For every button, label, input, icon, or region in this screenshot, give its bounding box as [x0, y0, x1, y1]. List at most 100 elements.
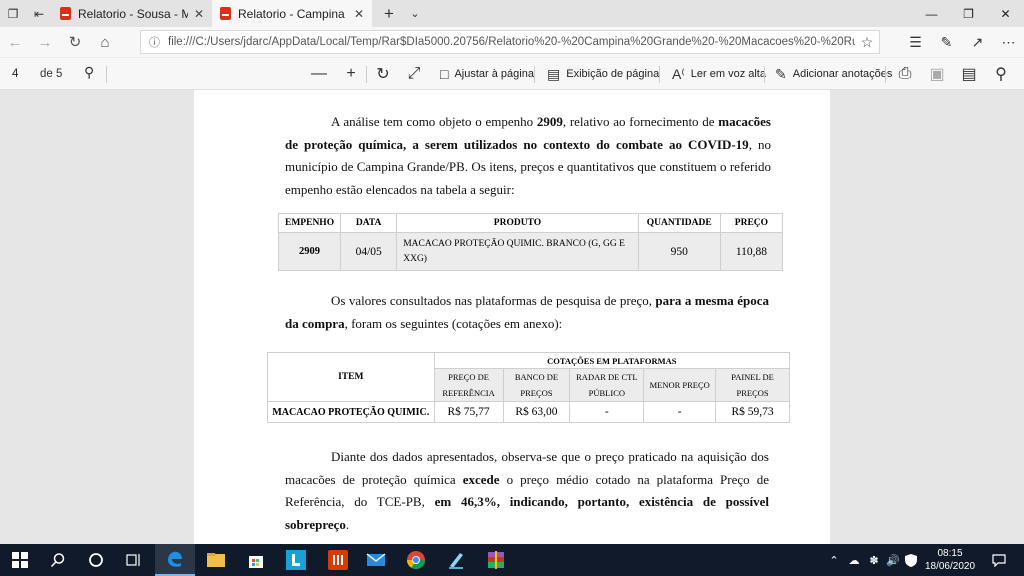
close-tab-icon[interactable]: ✕ — [354, 7, 364, 21]
read-aloud-button[interactable]: A⁽ Ler em voz alta — [672, 63, 766, 85]
read-aloud-icon: A⁽ — [672, 65, 685, 82]
wifi-icon[interactable]: ✽ — [865, 544, 883, 576]
cell-empenho: 2909 — [277, 232, 342, 271]
pdf-file-icon — [60, 7, 71, 20]
print-icon[interactable]: ⎙ — [893, 63, 917, 85]
col-header-cotacoes: COTAÇÕES EM PLATAFORMAS — [433, 352, 791, 369]
page-view-button[interactable]: ▤ Exibição de página — [547, 63, 659, 85]
pdf-file-icon — [220, 7, 231, 20]
system-clock[interactable]: 08:15 18/06/2020 — [920, 547, 980, 573]
notepad-icon[interactable] — [436, 544, 476, 576]
fit-page-button[interactable]: □ Ajustar à página — [440, 63, 534, 85]
task-view-glyph — [126, 554, 140, 566]
fit-page-icon: □ — [440, 66, 449, 82]
onedrive-icon[interactable]: ☁ — [845, 544, 863, 576]
favorites-icon[interactable]: ☰ — [900, 27, 931, 57]
pin-toolbar-icon[interactable]: ⚲ — [989, 63, 1013, 85]
mail-icon[interactable] — [356, 544, 396, 576]
col-header-data: DATA — [340, 213, 398, 233]
toolbar-divider — [659, 66, 660, 83]
toolbar-divider — [885, 66, 886, 83]
page-view-label: Exibição de página — [566, 68, 660, 80]
tab-relatorio-campina[interactable]: Relatorio - Campina Gra ✕ — [212, 0, 372, 27]
chevron-up-icon[interactable]: ⌃ — [826, 544, 842, 576]
new-tab-button[interactable]: + — [376, 4, 402, 24]
refresh-icon[interactable]: ↻ — [60, 27, 90, 57]
maximize-icon[interactable]: ❐ — [950, 0, 987, 27]
volume-icon[interactable]: 🔊 — [884, 544, 902, 576]
save-as-icon[interactable]: ▤ — [957, 63, 981, 85]
cotacoes-table: ITEM COTAÇÕES EM PLATAFORMAS PREÇO DE RE… — [267, 352, 791, 423]
file-info-icon[interactable]: ⓘ — [149, 34, 160, 50]
more-icon[interactable]: ⋯ — [993, 27, 1024, 57]
notifications-icon[interactable] — [988, 544, 1010, 576]
cell-radar-ctl: - — [569, 401, 645, 423]
chrome-glyph — [407, 551, 425, 570]
page-number-input[interactable]: 4 — [4, 64, 28, 84]
close-tab-icon[interactable]: ✕ — [194, 7, 204, 21]
cortana-icon[interactable] — [76, 544, 116, 576]
home-icon[interactable]: ⌂ — [90, 27, 120, 57]
col-header-preco: PREÇO — [719, 213, 784, 233]
address-bar[interactable]: ⓘ file:///C:/Users/jdarc/AppData/Local/T… — [140, 30, 880, 54]
notification-glyph — [992, 553, 1006, 567]
tab-actions-icon[interactable]: ❐ — [0, 0, 26, 27]
col-header-menor-preco: MENOR PREÇO — [643, 368, 717, 402]
tab-label: Relatorio - Sousa - Masc Nº — [78, 6, 188, 21]
cell-quantidade: 950 — [637, 232, 721, 271]
store-glyph — [249, 556, 263, 568]
p2-text-2: , foram os seguintes (cotações em anexo)… — [344, 315, 563, 331]
back-icon[interactable]: ← — [0, 27, 30, 57]
office-app-icon[interactable] — [318, 544, 358, 576]
start-button[interactable] — [0, 544, 40, 576]
file-explorer-icon[interactable] — [196, 544, 236, 576]
forward-icon[interactable]: → — [30, 27, 60, 57]
security-shield-icon[interactable] — [903, 544, 919, 576]
zoom-in-icon[interactable]: + — [339, 63, 363, 85]
paragraph-2: Os valores consultados nas plataformas d… — [285, 290, 769, 335]
tab-strip: ❐ ⇤ Relatorio - Sousa - Masc Nº ✕ Relato… — [0, 0, 1024, 27]
search-icon[interactable] — [38, 544, 78, 576]
cell-banco-precos: R$ 63,00 — [502, 401, 571, 423]
taskbar: ⌃ ☁ ✽ 🔊 08:15 18/06/2020 — [0, 544, 1024, 576]
address-url[interactable]: file:///C:/Users/jdarc/AppData/Local/Tem… — [168, 36, 855, 48]
pen-icon[interactable]: ✎ — [931, 27, 962, 57]
col-header-empenho: EMPENHO — [277, 213, 342, 233]
share-icon[interactable]: ↗ — [962, 27, 993, 57]
add-notes-button[interactable]: ✎ Adicionar anotações — [775, 63, 892, 85]
close-window-icon[interactable]: ✕ — [987, 0, 1024, 27]
zoom-out-icon[interactable]: — — [307, 63, 331, 85]
rotate-icon[interactable]: ↻ — [371, 63, 395, 85]
search-icon[interactable]: ⚲ — [84, 64, 94, 81]
page-view-icon: ▤ — [547, 65, 561, 82]
read-aloud-label: Ler em voz alta — [690, 68, 766, 80]
edge-glyph — [168, 551, 182, 567]
l-app-icon[interactable] — [276, 544, 316, 576]
save-icon[interactable]: ▣ — [925, 63, 949, 85]
winrar-icon[interactable] — [476, 544, 516, 576]
chevron-down-icon[interactable]: ⌄ — [402, 7, 428, 20]
toolbar-divider — [106, 66, 107, 83]
task-view-icon[interactable] — [114, 544, 154, 576]
col-header-item: ITEM — [267, 352, 435, 402]
search-glyph — [50, 553, 65, 568]
fullscreen-icon[interactable]: ⤢ — [402, 63, 426, 85]
table-row: MACACAO PROTEÇÃO QUIMIC. R$ 75,77 R$ 63,… — [267, 401, 790, 423]
tab-relatorio-sousa[interactable]: Relatorio - Sousa - Masc Nº ✕ — [52, 0, 212, 27]
store-icon[interactable] — [236, 544, 276, 576]
cell-menor-preco: - — [643, 401, 717, 423]
browser-toolbar-right: ☰ ✎ ↗ ⋯ — [900, 27, 1024, 57]
table-header-row: ITEM COTAÇÕES EM PLATAFORMAS — [267, 352, 791, 402]
fit-page-label: Ajustar à página — [454, 68, 534, 80]
favorite-star-icon[interactable]: ☆ — [855, 34, 879, 51]
col-header-produto: PRODUTO — [396, 213, 639, 233]
clock-date: 18/06/2020 — [924, 561, 976, 572]
set-tabs-aside-icon[interactable]: ⇤ — [26, 0, 52, 27]
l-app-glyph — [286, 550, 306, 570]
pdf-toolbar: 4 de 5 ⚲ — + ↻ ⤢ □ Ajustar à página ▤ Ex… — [0, 57, 1024, 90]
document-viewport[interactable]: A análise tem como objeto o empenho 2909… — [0, 90, 1024, 544]
minimize-icon[interactable]: — — [913, 0, 950, 27]
edge-browser-icon[interactable] — [155, 544, 195, 576]
chrome-icon[interactable] — [396, 544, 436, 576]
clock-time: 08:15 — [937, 548, 963, 559]
